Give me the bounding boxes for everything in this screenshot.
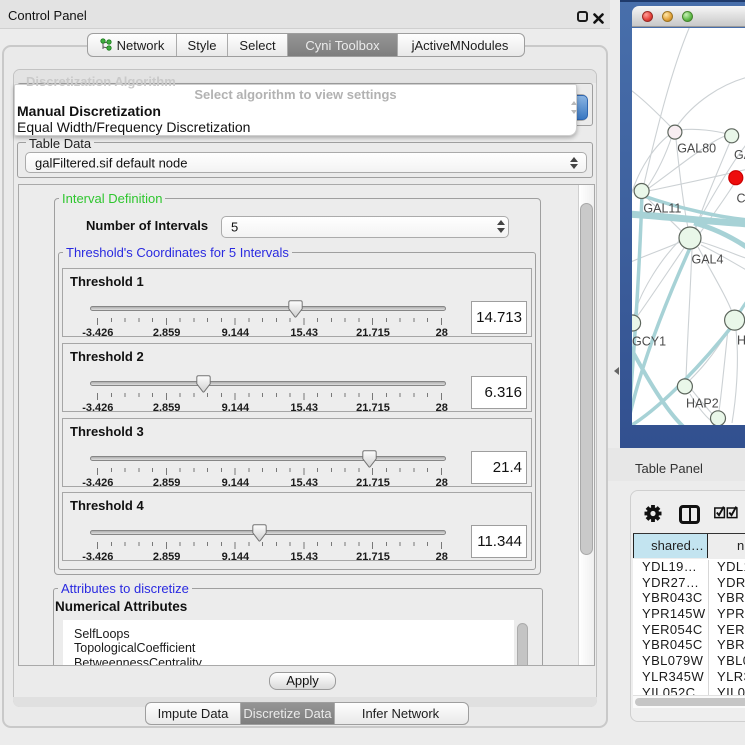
svg-text:H: H xyxy=(737,334,745,348)
svg-text:GAL80: GAL80 xyxy=(677,142,716,156)
svg-text:C: C xyxy=(737,192,745,206)
svg-text:GAL11: GAL11 xyxy=(643,202,681,216)
svg-text:GAL4: GAL4 xyxy=(692,253,724,267)
svg-text:HAP2: HAP2 xyxy=(686,397,719,411)
svg-text:GCY1: GCY1 xyxy=(632,335,666,349)
svg-text:GA: GA xyxy=(734,148,745,162)
